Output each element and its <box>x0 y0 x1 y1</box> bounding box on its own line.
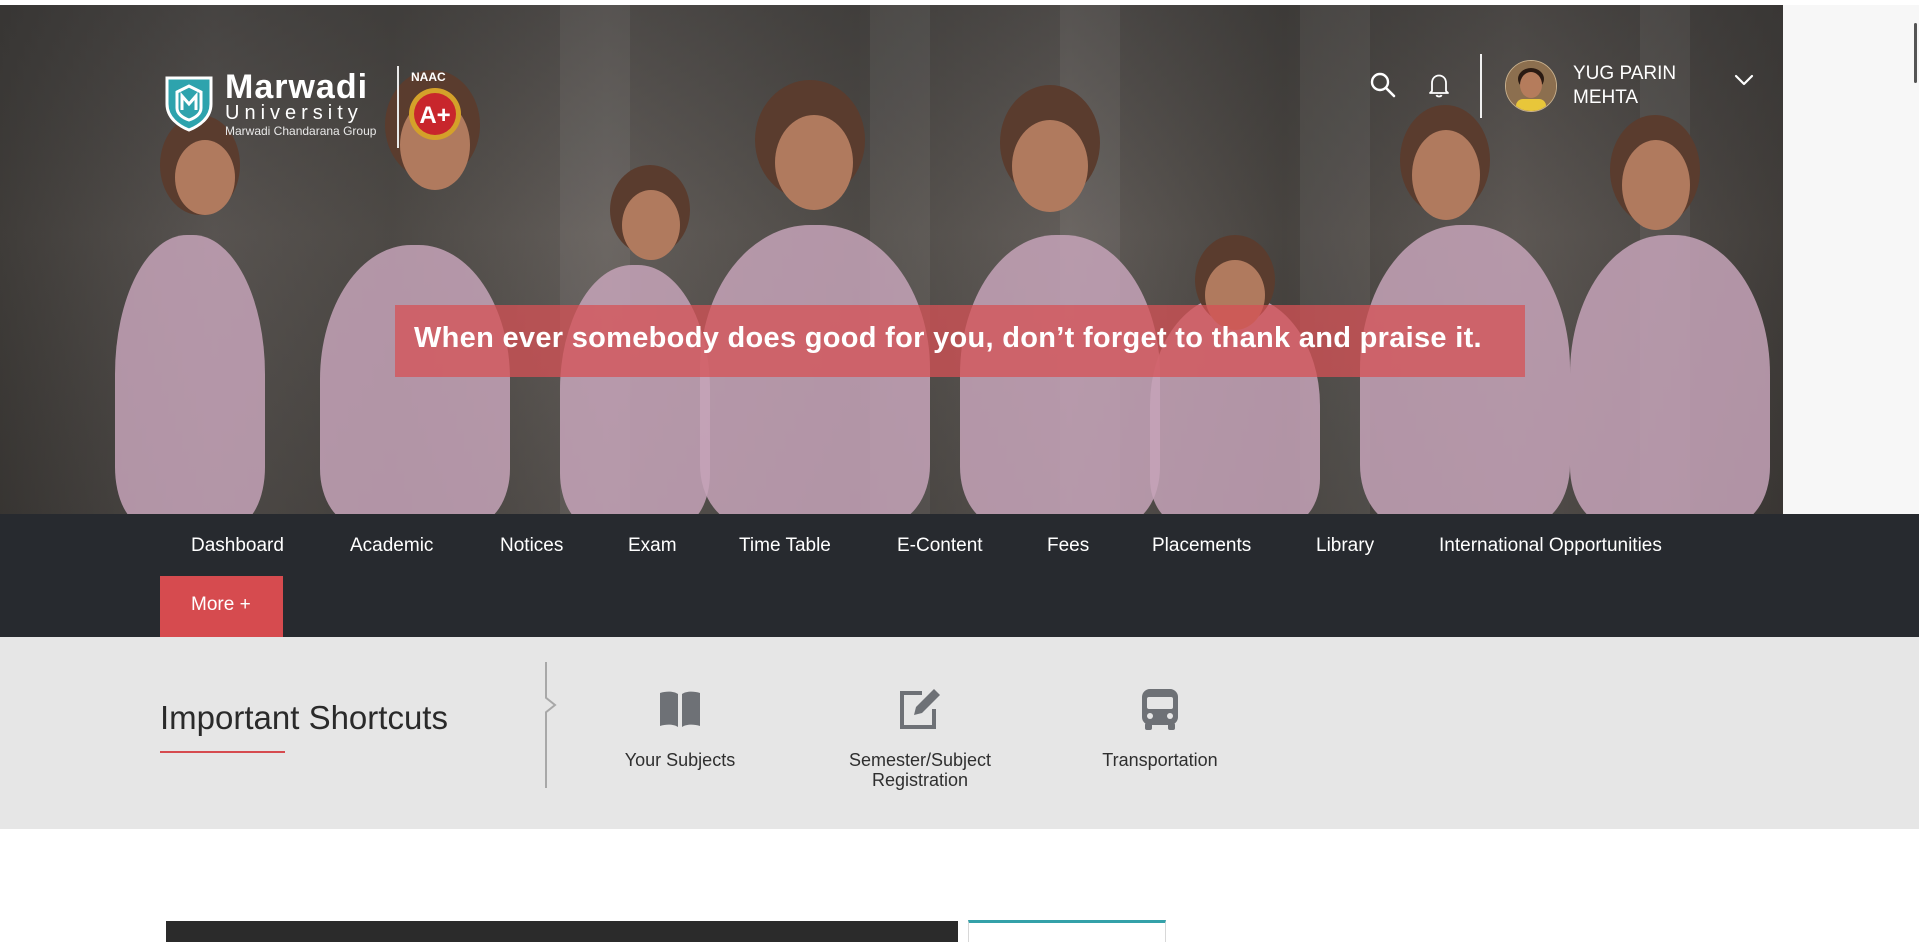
nav-item-international-opportunities[interactable]: International Opportunities <box>1439 534 1662 558</box>
more-menu-button[interactable]: More + <box>160 576 283 637</box>
nav-item-dashboard[interactable]: Dashboard <box>191 534 284 558</box>
shortcut-transportation[interactable]: Transportation <box>1070 685 1250 770</box>
nav-item-exam[interactable]: Exam <box>628 534 677 558</box>
nav-item-e-content[interactable]: E-Content <box>897 534 983 558</box>
more-menu-label: More + <box>191 594 251 615</box>
naac-label: NAAC <box>411 70 446 84</box>
logo-brand-line2: University <box>225 102 363 124</box>
nav-item-placements[interactable]: Placements <box>1152 534 1251 558</box>
important-shortcuts-section: Important Shortcuts Your Subjects Semest… <box>0 637 1919 829</box>
nav-item-academic[interactable]: Academic <box>350 534 433 558</box>
shortcut-label: Semester/Subject Registration <box>848 750 992 790</box>
shield-logo-icon <box>165 76 213 132</box>
user-name[interactable]: YUG PARIN MEHTA <box>1573 62 1693 110</box>
avatar[interactable] <box>1505 60 1557 112</box>
search-icon[interactable] <box>1368 70 1398 100</box>
shortcuts-separator <box>545 662 547 788</box>
shortcut-label: Your Subjects <box>624 750 736 770</box>
naac-badge-icon: A+ <box>409 88 461 140</box>
content-card <box>968 920 1166 942</box>
shortcuts-title-underline <box>160 751 285 753</box>
logo-group-text: Marwadi Chandarana Group <box>225 124 377 138</box>
nav-item-time-table[interactable]: Time Table <box>739 534 831 558</box>
svg-text:A+: A+ <box>419 102 450 129</box>
book-icon <box>660 691 700 727</box>
bell-icon[interactable] <box>1424 70 1454 100</box>
avatar-image <box>1506 61 1556 111</box>
edit-icon <box>900 689 940 729</box>
nav-item-fees[interactable]: Fees <box>1047 534 1089 558</box>
chevron-down-icon[interactable] <box>1732 68 1756 92</box>
header-actions: YUG PARIN MEHTA <box>1360 54 1760 120</box>
nav-item-library[interactable]: Library <box>1316 534 1374 558</box>
logo-brand-line1: Marwadi <box>225 68 369 106</box>
nav-item-notices[interactable]: Notices <box>500 534 563 558</box>
university-logo[interactable]: Marwadi University Marwadi Chandarana Gr… <box>163 66 463 148</box>
content-panel-dark <box>166 921 958 942</box>
hero-quote-text: When ever somebody does good for you, do… <box>414 322 1482 354</box>
header-divider <box>1480 54 1482 118</box>
shortcut-label: Transportation <box>1102 750 1218 770</box>
logo-divider <box>397 66 399 148</box>
scrollbar-thumb[interactable] <box>1914 23 1917 83</box>
main-navigation: Dashboard Academic Notices Exam Time Tab… <box>0 514 1919 637</box>
hero-quote-banner: When ever somebody does good for you, do… <box>395 305 1525 377</box>
shortcuts-title: Important Shortcuts <box>160 699 448 736</box>
scroll-area <box>1783 5 1919 514</box>
shortcut-semester-subject-registration[interactable]: Semester/Subject Registration <box>830 685 1010 790</box>
bus-icon <box>1142 689 1178 730</box>
separator-notch <box>545 697 557 713</box>
shortcut-your-subjects[interactable]: Your Subjects <box>590 685 770 770</box>
